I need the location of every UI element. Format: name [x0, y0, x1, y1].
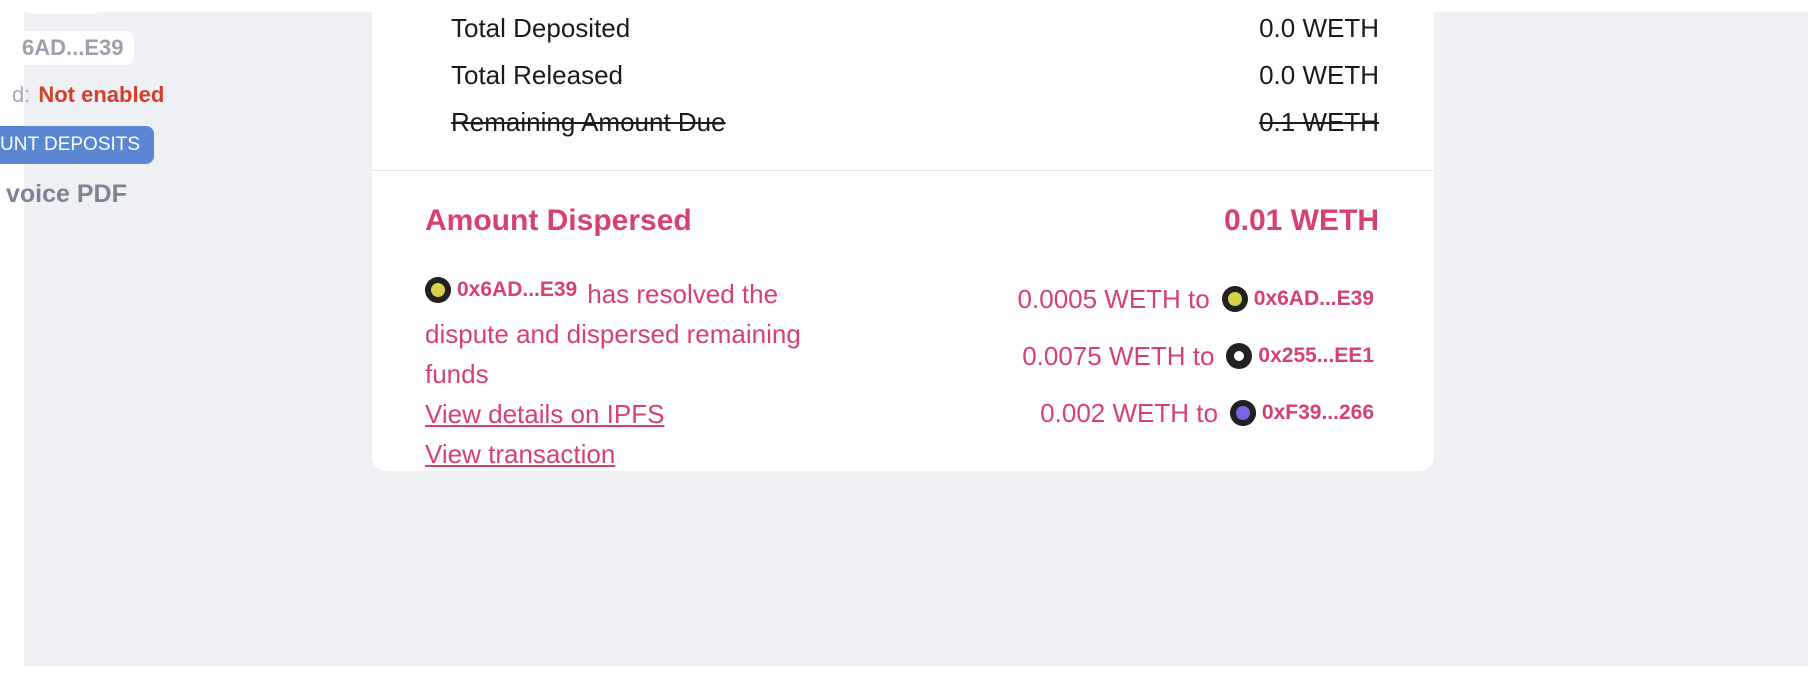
summary-label: Remaining Amount Due: [451, 107, 726, 137]
view-transaction-link[interactable]: View transaction: [425, 439, 615, 469]
amount-dispersed-total: 0.01 WETH: [1223, 204, 1379, 237]
recipient-list: 0.0005 WETH to 0x6AD...E39 0.0075 WETH t…: [954, 270, 1374, 441]
recipient-row: 0.0005 WETH to 0x6AD...E39: [954, 270, 1374, 327]
dispersal-description: 0x6AD...E39 has resolved the dispute and…: [425, 270, 865, 474]
account-deposits-button[interactable]: UNT DEPOSITS: [0, 126, 155, 164]
summary-value: 0.0 WETH: [1259, 60, 1379, 90]
summary-row-remaining-due: Remaining Amount Due 0.1 WETH: [451, 106, 1379, 138]
recipient-address: 0x255...EE1: [1258, 343, 1374, 367]
sidebar: 6AD...E39 d: Not enabled UNT DEPOSITS voi…: [0, 0, 300, 678]
amount-dispersed-title: Amount Dispersed: [425, 204, 692, 237]
recipient-amount: 0.0075 WETH to: [1022, 340, 1215, 371]
recipient-address-chip[interactable]: 0x6AD...E39: [1221, 283, 1374, 315]
summary-value: 0.1 WETH: [1259, 107, 1379, 137]
recipient-address: 0xF39...266: [1261, 400, 1374, 424]
summary-row-total-deposited: Total Deposited 0.0 WETH: [451, 12, 1379, 44]
recipient-row: 0.0075 WETH to 0x255...EE1: [954, 327, 1374, 384]
summary-row-total-released: Total Released 0.0 WETH: [451, 59, 1379, 91]
recipient-address: 0x6AD...E39: [1253, 286, 1374, 310]
recipient-address-chip[interactable]: 0x255...EE1: [1226, 340, 1374, 372]
ipfs-details-link[interactable]: View details on IPFS: [425, 399, 664, 429]
verification-label: d:: [12, 82, 31, 107]
resolver-avatar-icon: [425, 277, 451, 303]
summary-label: Total Released: [451, 60, 623, 90]
recipient-amount: 0.002 WETH to: [1040, 397, 1218, 428]
recipient-avatar-icon: [1229, 399, 1256, 426]
summary-value: 0.0 WETH: [1259, 13, 1379, 43]
recipient-amount: 0.0005 WETH to: [1017, 283, 1210, 314]
invoice-payment-card: Total Deposited 0.0 WETH Total Released …: [372, 0, 1434, 471]
summary-label: Total Deposited: [451, 13, 631, 43]
verification-status-value: Not enabled: [38, 82, 165, 107]
recipient-avatar-icon: [1221, 285, 1248, 312]
recipient-row: 0.002 WETH to 0xF39...266: [954, 384, 1374, 441]
client-address-chip[interactable]: 6AD...E39: [0, 31, 134, 65]
resolver-address: 0x6AD...E39: [457, 278, 578, 301]
invoice-pdf-link[interactable]: voice PDF: [6, 177, 127, 211]
verification-status-row: d: Not enabled: [12, 80, 164, 110]
resolver-chip[interactable]: 0x6AD...E39: [425, 270, 577, 310]
section-divider: [372, 170, 1434, 171]
recipient-address-chip[interactable]: 0xF39...266: [1229, 397, 1374, 429]
recipient-avatar-icon: [1226, 342, 1253, 369]
